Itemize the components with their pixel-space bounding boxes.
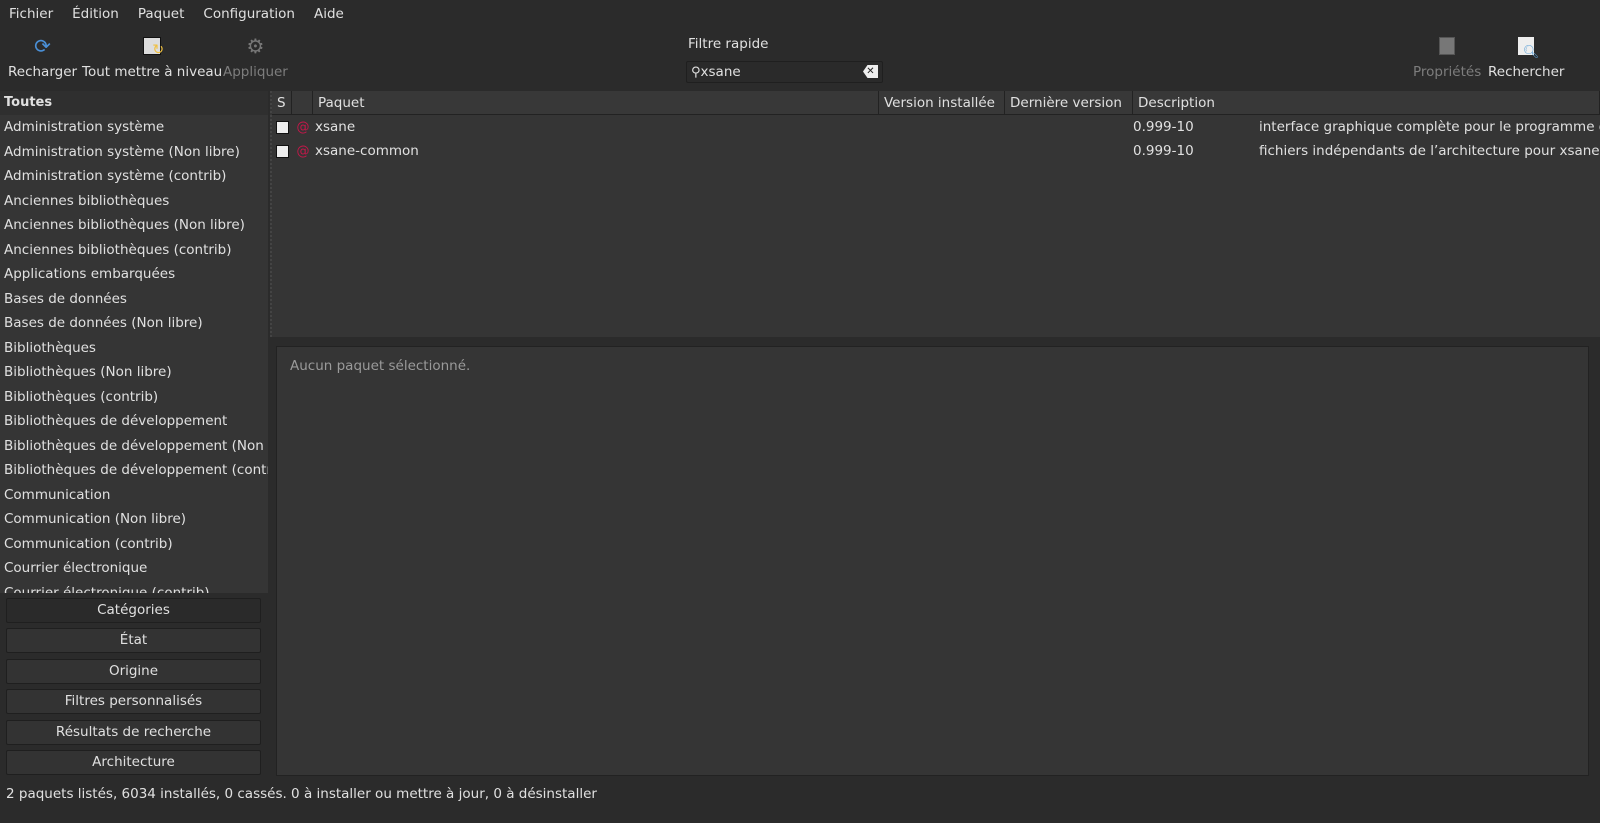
clear-icon[interactable]: ✕ — [863, 65, 878, 78]
column-description[interactable]: Description — [1133, 91, 1600, 114]
upgrade-icon: ↻ — [140, 34, 164, 58]
debian-icon: @ — [296, 143, 310, 159]
category-item[interactable]: Bibliothèques de développement (contrib) — [0, 458, 268, 483]
filter-button[interactable]: Origine — [6, 658, 261, 684]
menu-paquet[interactable]: Paquet — [138, 6, 185, 22]
category-item[interactable]: Courrier électronique — [0, 556, 268, 581]
category-item[interactable]: Anciennes bibliothèques (contrib) — [0, 238, 268, 263]
debian-icon: @ — [296, 119, 310, 135]
search-button[interactable]: 🔍︎ Rechercher — [1488, 34, 1564, 80]
search-icon: ⚲ — [691, 64, 701, 80]
category-item[interactable]: Administration système — [0, 115, 268, 140]
menu-aide[interactable]: Aide — [314, 6, 344, 22]
column-status[interactable]: S — [272, 91, 292, 114]
filter-button[interactable]: Architecture — [6, 749, 261, 775]
quick-filter-label: Filtre rapide — [688, 36, 769, 52]
category-item[interactable]: Bibliothèques de développement (Non libr… — [0, 434, 268, 459]
reload-icon: ⟳ — [34, 34, 51, 58]
menu-configuration[interactable]: Configuration — [203, 6, 295, 22]
properties-icon — [1435, 34, 1459, 58]
reload-label: Recharger — [8, 64, 78, 80]
search-doc-icon: 🔍︎ — [1514, 34, 1539, 60]
search-label: Rechercher — [1488, 64, 1565, 80]
menu-fichier[interactable]: Fichier — [9, 6, 53, 22]
category-item[interactable]: Courrier électronique (contrib) — [0, 581, 268, 594]
category-item[interactable]: Anciennes bibliothèques — [0, 189, 268, 214]
quick-filter-input[interactable]: ⚲ xsane ✕ — [686, 61, 883, 83]
category-item[interactable]: Bibliothèques — [0, 336, 268, 361]
package-name: xsane-common — [315, 143, 419, 159]
package-checkbox[interactable] — [276, 144, 289, 158]
package-name: xsane — [315, 119, 356, 135]
category-item[interactable]: Bases de données (Non libre) — [0, 311, 268, 336]
category-item[interactable]: Administration système (Non libre) — [0, 140, 268, 165]
category-item[interactable]: Communication (contrib) — [0, 532, 268, 557]
quick-filter-value: xsane — [700, 64, 741, 80]
filter-button[interactable]: Catégories — [6, 598, 261, 623]
filter-button[interactable]: Résultats de recherche — [6, 719, 261, 745]
reload-button[interactable]: ⟳ Recharger — [8, 34, 77, 80]
filter-button[interactable]: Filtres personnalisés — [6, 689, 261, 715]
package-row[interactable]: @ xsane-common 0.999-10 fichiers indépendan… — [272, 139, 1600, 163]
upgrade-all-button[interactable]: ↻ Tout mettre à niveau — [82, 34, 222, 80]
category-all[interactable]: Toutes — [0, 91, 268, 115]
upgrade-all-label: Tout mettre à niveau — [82, 64, 223, 80]
filter-button[interactable]: État — [6, 628, 261, 654]
package-list-header: S Paquet Version installée Dernière vers… — [272, 91, 1600, 115]
apply-gears-icon: ⚙ — [246, 34, 265, 58]
category-item[interactable]: Administration système (contrib) — [0, 164, 268, 189]
package-details: Aucun paquet sélectionné. — [276, 346, 1589, 776]
category-item[interactable]: Bibliothèques (contrib) — [0, 385, 268, 410]
filter-buttons: Catégories État Origine Filtres personnalis… — [6, 598, 261, 780]
package-row[interactable]: @ xsane 0.999-10 interface graphique complè… — [272, 115, 1600, 139]
category-item[interactable]: Applications embarquées — [0, 262, 268, 287]
category-item[interactable]: Bibliothèques de développement — [0, 409, 268, 434]
apply-label: Appliquer — [223, 64, 288, 80]
category-list: Toutes Administration système Administrat… — [0, 91, 268, 593]
category-item[interactable]: Anciennes bibliothèques (Non libre) — [0, 213, 268, 238]
package-list: S Paquet Version installée Dernière vers… — [270, 91, 1600, 337]
column-icon[interactable] — [292, 91, 313, 114]
category-item[interactable]: Communication (Non libre) — [0, 507, 268, 532]
package-checkbox[interactable] — [276, 120, 289, 134]
category-item[interactable]: Communication — [0, 483, 268, 508]
properties-button[interactable]: Propriétés — [1413, 34, 1481, 80]
category-item[interactable]: Bibliothèques (Non libre) — [0, 360, 268, 385]
category-item[interactable]: Bases de données — [0, 287, 268, 312]
apply-button[interactable]: ⚙ Appliquer — [223, 34, 288, 80]
column-latest-version[interactable]: Dernière version — [1005, 91, 1133, 114]
package-description: interface graphique complète pour le pro… — [1259, 119, 1600, 135]
properties-label: Propriétés — [1413, 64, 1482, 80]
column-package[interactable]: Paquet — [313, 91, 879, 114]
menubar: Fichier Édition Paquet Configuration Aid… — [0, 0, 1600, 28]
status-bar: 2 paquets listés, 6034 installés, 0 cass… — [6, 786, 597, 802]
column-installed-version[interactable]: Version installée — [879, 91, 1005, 114]
package-latest-version: 0.999-10 — [1133, 143, 1194, 159]
package-description: fichiers indépendants de l’architecture … — [1259, 143, 1600, 159]
menu-edition[interactable]: Édition — [72, 6, 119, 22]
package-latest-version: 0.999-10 — [1133, 119, 1194, 135]
